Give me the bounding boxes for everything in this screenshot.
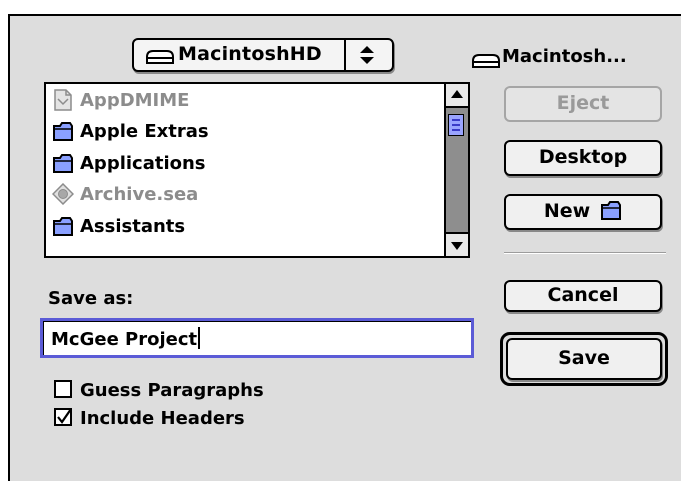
scroll-down-button[interactable] bbox=[446, 232, 468, 256]
volume-popup-label: MacintoshHD bbox=[178, 43, 322, 65]
folder-icon bbox=[53, 122, 73, 141]
scroll-thumb[interactable] bbox=[448, 114, 464, 136]
popup-divider bbox=[344, 40, 346, 70]
eject-button[interactable]: Eject bbox=[504, 86, 662, 122]
cancel-button[interactable]: Cancel bbox=[504, 280, 662, 312]
file-name-value: McGee Project bbox=[51, 329, 198, 350]
checkbox-checked-icon bbox=[54, 408, 72, 426]
list-item[interactable]: Applications bbox=[52, 149, 206, 179]
text-caret bbox=[198, 327, 201, 349]
file-name-field[interactable]: McGee Project bbox=[40, 318, 474, 358]
button-divider bbox=[504, 252, 666, 254]
save-dialog: MacintoshHD Macintosh... AppDMIME Apple … bbox=[8, 14, 681, 481]
save-as-label: Save as: bbox=[48, 288, 134, 309]
new-folder-button[interactable]: New bbox=[504, 194, 662, 230]
hard-disk-icon bbox=[472, 54, 500, 68]
folder-icon bbox=[53, 154, 73, 173]
file-list[interactable]: AppDMIME Apple Extras Applications Archi… bbox=[44, 82, 470, 258]
include-headers-checkbox[interactable]: Include Headers bbox=[54, 408, 245, 429]
document-icon bbox=[54, 89, 72, 111]
scroll-up-button[interactable] bbox=[446, 84, 468, 108]
disk-name-text: Macintosh... bbox=[502, 46, 627, 67]
list-item[interactable]: AppDMIME bbox=[52, 86, 189, 116]
hard-disk-icon bbox=[146, 50, 174, 64]
folder-icon bbox=[601, 201, 622, 220]
thumb-grip-line bbox=[452, 124, 460, 126]
archive-icon bbox=[52, 183, 74, 205]
thumb-grip-line bbox=[452, 119, 460, 121]
checkbox-unchecked-icon bbox=[54, 380, 72, 398]
guess-paragraphs-checkbox[interactable]: Guess Paragraphs bbox=[54, 380, 264, 401]
arrow-down-icon bbox=[451, 242, 463, 250]
arrow-up-icon bbox=[451, 90, 463, 98]
list-item[interactable]: Archive.sea bbox=[52, 180, 198, 210]
thumb-grip-line bbox=[452, 129, 460, 131]
folder-icon bbox=[53, 217, 73, 236]
current-disk-label: Macintosh... bbox=[472, 46, 627, 68]
volume-popup[interactable]: MacintoshHD bbox=[132, 38, 394, 72]
save-button[interactable]: Save bbox=[506, 338, 662, 380]
list-item[interactable]: Assistants bbox=[52, 212, 185, 242]
desktop-button[interactable]: Desktop bbox=[504, 140, 662, 176]
file-list-scrollbar[interactable] bbox=[444, 84, 468, 256]
up-down-arrows-icon bbox=[360, 46, 374, 64]
list-item[interactable]: Apple Extras bbox=[52, 117, 209, 147]
